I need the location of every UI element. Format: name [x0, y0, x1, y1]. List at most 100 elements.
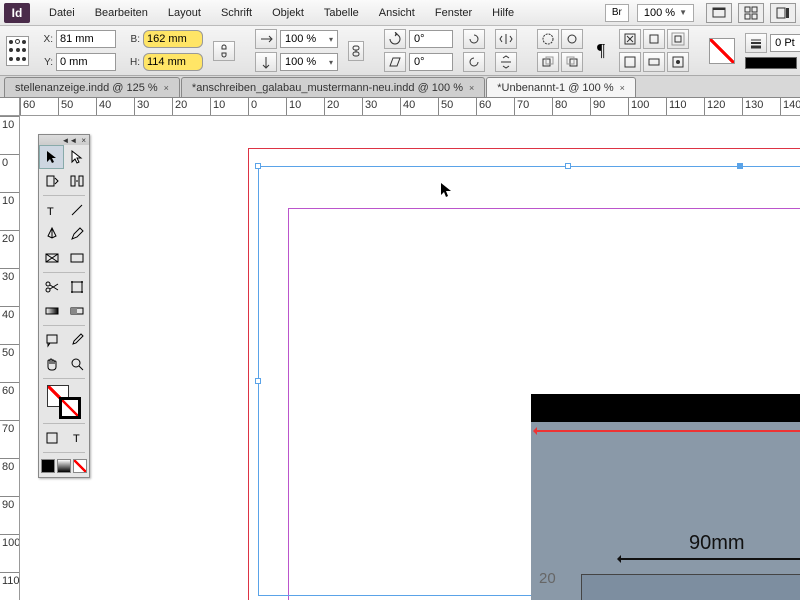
line-tool[interactable]	[64, 198, 89, 222]
select-next-icon[interactable]	[561, 52, 583, 72]
zoom-value: 100 %	[644, 7, 675, 19]
rotate-field[interactable]: 0°	[409, 30, 453, 48]
tab-unbenannt[interactable]: *Unbenannt-1 @ 100 %×	[486, 77, 636, 97]
scale-y-icon	[255, 52, 277, 72]
rotate-cw-icon[interactable]	[463, 29, 485, 49]
menu-file[interactable]: Datei	[40, 3, 84, 23]
cursor-icon	[440, 182, 452, 198]
y-field[interactable]: 0 mm	[56, 53, 116, 71]
zoom-level[interactable]: 100 %▼	[637, 4, 694, 22]
menu-help[interactable]: Hilfe	[483, 3, 523, 23]
menu-bar: Id Datei Bearbeiten Layout Schrift Objek…	[0, 0, 800, 26]
menu-object[interactable]: Objekt	[263, 3, 313, 23]
type-tool[interactable]: T	[39, 198, 64, 222]
selection-tool[interactable]	[39, 145, 64, 169]
horizontal-ruler[interactable]: 6050403020100102030405060708090100110120…	[20, 98, 800, 116]
h-label: H:	[126, 57, 140, 68]
auto-fit-icon[interactable]	[667, 52, 689, 72]
canvas[interactable]: 90mm 20	[20, 116, 800, 600]
dim-label-20: 20	[539, 570, 556, 587]
app-logo: Id	[4, 3, 30, 23]
menu-view[interactable]: Ansicht	[370, 3, 424, 23]
scale-x-field[interactable]: 100 %	[280, 30, 338, 48]
reference-point[interactable]	[6, 36, 29, 66]
selection-handle[interactable]	[255, 378, 261, 384]
flip-h-icon[interactable]	[495, 29, 517, 49]
svg-text:T: T	[73, 433, 80, 445]
stroke-weight-field[interactable]: 0 Pt	[770, 34, 800, 52]
menu-edit[interactable]: Bearbeiten	[86, 3, 157, 23]
gradient-feather-tool[interactable]	[64, 299, 89, 323]
note-tool[interactable]	[39, 328, 64, 352]
free-transform-tool[interactable]	[64, 275, 89, 299]
control-panel: X:81 mm Y:0 mm B:162 mm H:114 mm 100 % 1…	[0, 26, 800, 76]
scale-x-icon	[255, 29, 277, 49]
zoom-tool[interactable]	[64, 352, 89, 376]
tab-anschreiben[interactable]: *anschreiben_galabau_mustermann-neu.indd…	[181, 77, 485, 97]
screen-mode-button[interactable]	[706, 3, 732, 23]
selection-handle[interactable]	[565, 163, 571, 169]
paragraph-style-icon[interactable]: ¶	[593, 40, 609, 61]
gap-tool[interactable]	[64, 169, 89, 193]
rotate-ccw-icon[interactable]	[463, 52, 485, 72]
flip-v-icon[interactable]	[495, 52, 517, 72]
height-field[interactable]: 114 mm	[143, 53, 203, 71]
pencil-tool[interactable]	[64, 222, 89, 246]
ruler-origin[interactable]	[0, 98, 20, 116]
format-container-icon[interactable]	[39, 426, 64, 450]
placed-image[interactable]: 90mm 20	[531, 394, 800, 600]
fit-prop-icon[interactable]	[643, 52, 665, 72]
direct-selection-tool[interactable]	[64, 145, 89, 169]
format-text-icon[interactable]: T	[64, 426, 89, 450]
gradient-swatch-tool[interactable]	[39, 299, 64, 323]
shear-field[interactable]: 0°	[409, 53, 453, 71]
select-content-icon[interactable]	[561, 29, 583, 49]
fill-swatch[interactable]	[709, 38, 735, 64]
svg-text:T: T	[47, 206, 54, 218]
rotate-icon	[384, 29, 406, 49]
pen-tool[interactable]	[39, 222, 64, 246]
selection-handle[interactable]	[737, 163, 743, 169]
close-icon[interactable]: ×	[81, 136, 86, 145]
fit-frame-icon[interactable]	[643, 29, 665, 49]
stroke-style[interactable]	[745, 57, 797, 69]
width-field[interactable]: 162 mm	[143, 30, 203, 48]
color-mode-buttons[interactable]	[39, 455, 89, 477]
rectangle-tool[interactable]	[64, 246, 89, 270]
x-field[interactable]: 81 mm	[56, 30, 116, 48]
close-icon[interactable]: ×	[164, 83, 169, 93]
close-icon[interactable]: ×	[469, 83, 474, 93]
select-container-icon[interactable]	[537, 29, 559, 49]
close-icon[interactable]: ×	[620, 83, 625, 93]
w-label: B:	[126, 34, 140, 45]
selection-handle[interactable]	[255, 163, 261, 169]
eyedropper-tool[interactable]	[64, 328, 89, 352]
constrain-scale-icon[interactable]	[348, 41, 364, 61]
rectangle-frame-tool[interactable]	[39, 246, 64, 270]
menu-layout[interactable]: Layout	[159, 3, 210, 23]
collapse-icon[interactable]: ◄◄	[61, 136, 77, 145]
select-prev-icon[interactable]	[537, 52, 559, 72]
scissors-tool[interactable]	[39, 275, 64, 299]
menu-type[interactable]: Schrift	[212, 3, 261, 23]
center-content-icon[interactable]	[667, 29, 689, 49]
tools-panel[interactable]: ◄◄ × T T	[38, 134, 90, 478]
bridge-button[interactable]: Br	[605, 4, 629, 22]
fill-stroke-swatch[interactable]	[39, 381, 89, 421]
workspace-button[interactable]	[770, 3, 796, 23]
dim-arrow-90	[619, 558, 800, 560]
fit-content-icon[interactable]	[619, 29, 641, 49]
fill-prop-icon[interactable]	[619, 52, 641, 72]
vertical-ruler[interactable]: 100102030405060708090100110120	[0, 116, 20, 600]
menu-table[interactable]: Tabelle	[315, 3, 368, 23]
tab-stellenanzeige[interactable]: stellenanzeige.indd @ 125 %×	[4, 77, 180, 97]
page-tool[interactable]	[39, 169, 64, 193]
stroke-weight-icon	[745, 33, 767, 53]
scale-y-field[interactable]: 100 %	[280, 53, 338, 71]
arrange-button[interactable]	[738, 3, 764, 23]
menu-window[interactable]: Fenster	[426, 3, 481, 23]
constrain-icon[interactable]	[213, 41, 235, 61]
red-arrow	[535, 430, 800, 432]
shear-icon	[384, 52, 406, 72]
hand-tool[interactable]	[39, 352, 64, 376]
